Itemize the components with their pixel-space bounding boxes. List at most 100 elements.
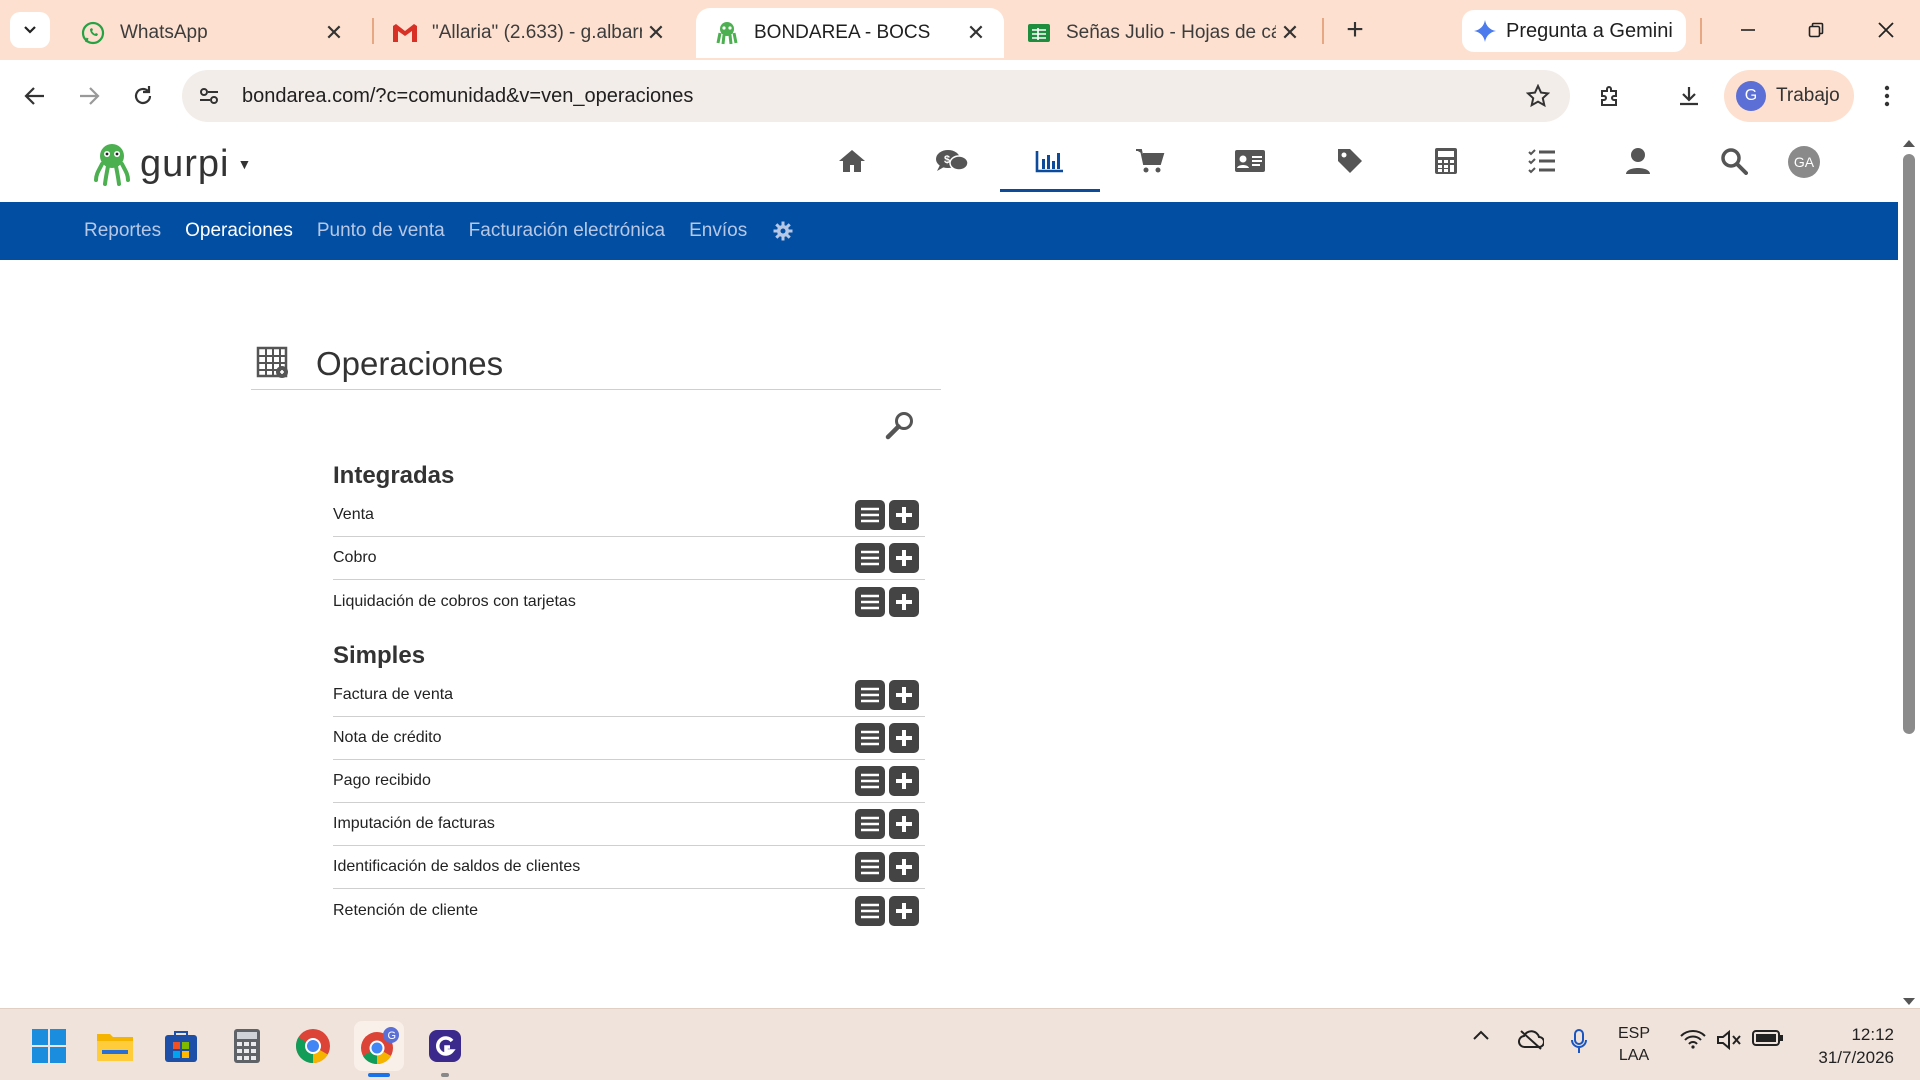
- gear-icon[interactable]: [773, 221, 793, 241]
- calculator-icon[interactable]: [1416, 138, 1476, 184]
- list-icon[interactable]: [855, 500, 885, 530]
- list-icon[interactable]: [855, 586, 885, 617]
- system-clock[interactable]: 12:12 31/7/2026: [1800, 1023, 1894, 1069]
- tab-title: BONDAREA - BOCS: [754, 22, 931, 43]
- search-icon[interactable]: [1704, 138, 1764, 184]
- downloads-button[interactable]: [1668, 75, 1710, 117]
- scroll-down-icon[interactable]: [1902, 997, 1916, 1007]
- microsoft-store-icon[interactable]: [156, 1021, 206, 1071]
- back-button[interactable]: [14, 75, 56, 117]
- octopus-logo-icon: [94, 144, 130, 186]
- close-tab-icon[interactable]: ✕: [1276, 19, 1304, 47]
- browser-toolbar: bondarea.com/?c=comunidad&v=ven_operacio…: [0, 60, 1920, 130]
- subnav-operaciones[interactable]: Operaciones: [185, 220, 293, 242]
- plus-icon[interactable]: [889, 723, 919, 753]
- list-item: Factura de venta: [333, 674, 925, 717]
- tag-icon[interactable]: [1320, 138, 1380, 184]
- page-scrollbar[interactable]: [1898, 130, 1920, 1007]
- arrow-left-icon: [24, 87, 44, 105]
- list-icon[interactable]: [855, 723, 885, 753]
- home-icon[interactable]: [822, 138, 882, 184]
- user-icon[interactable]: [1608, 138, 1668, 184]
- restore-button[interactable]: [1786, 10, 1846, 50]
- plus-icon[interactable]: [889, 809, 919, 839]
- list-icon[interactable]: [855, 680, 885, 710]
- id-card-icon[interactable]: [1220, 138, 1280, 184]
- cart-icon[interactable]: [1120, 138, 1180, 184]
- tab-whatsapp[interactable]: WhatsApp ✕: [62, 8, 362, 58]
- close-tab-icon[interactable]: ✕: [962, 19, 990, 47]
- tab-search-button[interactable]: [10, 12, 50, 48]
- plus-icon[interactable]: [889, 895, 919, 926]
- volume-muted-icon[interactable]: [1716, 1029, 1742, 1051]
- plus-icon[interactable]: [889, 586, 919, 617]
- bar-chart-icon[interactable]: [1000, 138, 1100, 192]
- subnav-envios[interactable]: Envíos: [689, 220, 747, 242]
- operation-label: Retención de cliente: [333, 901, 478, 919]
- browser-menu-button[interactable]: [1866, 75, 1908, 117]
- list-item: Retención de cliente: [333, 889, 925, 932]
- browser-tab-strip: WhatsApp ✕ "Allaria" (2.633) - g.albarra…: [0, 0, 1920, 60]
- magnifier-search-icon[interactable]: [884, 410, 920, 446]
- reload-button[interactable]: [122, 75, 164, 117]
- tab-separator: [1322, 18, 1324, 44]
- tab-sheets[interactable]: Señas Julio - Hojas de cálc ✕: [1008, 8, 1318, 58]
- operations-grid-icon: [256, 346, 292, 382]
- plus-icon[interactable]: [889, 766, 919, 796]
- list-icon[interactable]: [855, 543, 885, 573]
- sheets-icon: [1026, 20, 1052, 46]
- profile-button[interactable]: G Trabajo: [1724, 70, 1854, 122]
- plus-icon[interactable]: [889, 500, 919, 530]
- site-info-icon[interactable]: [186, 73, 232, 119]
- list-item: Identificación de saldos de clientes: [333, 846, 925, 889]
- wifi-icon[interactable]: [1680, 1029, 1706, 1049]
- plus-icon[interactable]: [889, 543, 919, 573]
- list-icon[interactable]: [855, 852, 885, 882]
- forward-button[interactable]: [68, 75, 110, 117]
- operation-label: Liquidación de cobros con tarjetas: [333, 592, 576, 610]
- list-icon[interactable]: [855, 766, 885, 796]
- plus-icon[interactable]: [889, 852, 919, 882]
- subnav-reportes[interactable]: Reportes: [84, 220, 161, 242]
- subnav-facturacion-electronica[interactable]: Facturación electrónica: [469, 220, 665, 242]
- chrome-profile-icon[interactable]: G: [354, 1021, 404, 1077]
- new-tab-button[interactable]: +: [1335, 12, 1375, 48]
- chat-money-icon[interactable]: $: [922, 138, 982, 184]
- microphone-icon[interactable]: [1570, 1029, 1588, 1055]
- tab-gmail[interactable]: "Allaria" (2.633) - g.albarra ✕: [374, 8, 684, 58]
- scroll-up-icon[interactable]: [1902, 138, 1916, 148]
- list-icon[interactable]: [855, 809, 885, 839]
- tab-bondarea[interactable]: BONDAREA - BOCS ✕: [696, 8, 1004, 58]
- subnav-punto-de-venta[interactable]: Punto de venta: [317, 220, 445, 242]
- windows-start-icon[interactable]: [24, 1021, 74, 1071]
- checklist-icon[interactable]: [1512, 138, 1572, 184]
- user-avatar[interactable]: GA: [1788, 146, 1820, 178]
- minimize-button[interactable]: [1718, 10, 1778, 50]
- chrome-icon[interactable]: [288, 1021, 338, 1071]
- app-g-icon[interactable]: [420, 1021, 470, 1077]
- close-tab-icon[interactable]: ✕: [642, 19, 670, 47]
- page-title: Operaciones: [316, 344, 504, 382]
- input-language-indicator[interactable]: ESP LAA: [1618, 1023, 1650, 1067]
- extensions-button[interactable]: [1589, 75, 1631, 117]
- list-icon[interactable]: [855, 895, 885, 926]
- close-window-button[interactable]: [1856, 10, 1916, 50]
- operation-label: Factura de venta: [333, 686, 454, 703]
- gurpi-logo[interactable]: gurpi ▼: [94, 142, 251, 186]
- calculator-app-icon[interactable]: [222, 1021, 272, 1071]
- whatsapp-icon: [80, 20, 106, 46]
- gemini-button[interactable]: Pregunta a Gemini: [1462, 10, 1686, 52]
- gurpi-icon: [714, 20, 740, 46]
- url-text[interactable]: bondarea.com/?c=comunidad&v=ven_operacio…: [242, 85, 1518, 108]
- plus-icon[interactable]: [889, 680, 919, 710]
- cloud-off-icon[interactable]: [1518, 1029, 1544, 1051]
- battery-icon[interactable]: [1752, 1029, 1784, 1047]
- chevron-up-icon[interactable]: [1472, 1029, 1490, 1041]
- tab-title: Señas Julio - Hojas de cálc: [1066, 22, 1276, 43]
- close-tab-icon[interactable]: ✕: [320, 19, 348, 47]
- address-bar[interactable]: bondarea.com/?c=comunidad&v=ven_operacio…: [182, 70, 1570, 122]
- bookmark-star-icon[interactable]: [1518, 76, 1558, 116]
- file-explorer-icon[interactable]: [90, 1021, 140, 1071]
- scroll-thumb[interactable]: [1903, 154, 1915, 734]
- clock-date: 31/7/2026: [1818, 1048, 1894, 1067]
